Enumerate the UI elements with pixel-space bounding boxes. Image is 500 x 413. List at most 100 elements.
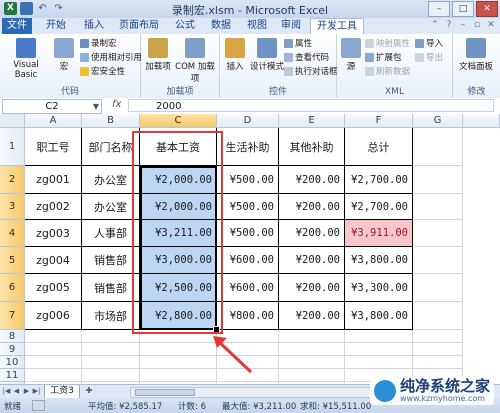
row-header-3[interactable]: 3 (0, 194, 25, 220)
refresh-data-button[interactable]: 刷新数据 (365, 66, 410, 78)
table-cell[interactable]: 销售部 (82, 274, 140, 302)
minimize-button[interactable]: – (428, 1, 450, 17)
empty-cell[interactable] (345, 330, 413, 343)
empty-cell[interactable] (25, 343, 82, 356)
table-cell[interactable]: ¥200.00 (279, 166, 345, 194)
column-header-e[interactable]: E (279, 114, 345, 128)
table-cell[interactable]: 人事部 (82, 220, 140, 247)
help-icon[interactable]: ? (444, 20, 454, 30)
com-addins-button[interactable]: COM 加载项 (173, 38, 217, 84)
document-panel-button[interactable]: 文档面板 (455, 38, 497, 72)
empty-cell[interactable] (140, 356, 217, 369)
record-macro-button[interactable]: 录制宏 (80, 38, 117, 50)
name-box[interactable]: C2 ▼ (2, 99, 102, 114)
empty-cell[interactable] (413, 220, 463, 247)
workbook-close-icon[interactable]: ✕ (486, 20, 496, 30)
prev-sheet-icon[interactable]: ◀ (12, 386, 21, 397)
empty-cell[interactable] (279, 343, 345, 356)
table-cell[interactable]: 市场部 (82, 302, 140, 330)
table-cell[interactable]: 办公室 (82, 194, 140, 220)
fill-handle[interactable] (213, 326, 220, 333)
row-header-9[interactable]: 9 (0, 343, 25, 356)
select-all-corner[interactable] (0, 114, 25, 128)
empty-cell[interactable] (345, 343, 413, 356)
ribbon-collapse-icon[interactable]: ⌃ (430, 20, 440, 30)
workbook-restore-icon[interactable]: ▫ (472, 20, 482, 30)
table-cell[interactable]: ¥2,000.00 (140, 194, 217, 220)
table-cell[interactable]: ¥500.00 (217, 166, 279, 194)
table-cell[interactable]: ¥200.00 (279, 274, 345, 302)
tab-home[interactable]: 开始 (40, 18, 72, 34)
import-button[interactable]: 导入 (415, 38, 443, 50)
row-header-4[interactable]: 4 (0, 220, 25, 247)
scroll-thumb[interactable] (135, 389, 195, 396)
column-header-c[interactable]: C (140, 114, 217, 128)
sheet-tab-active[interactable]: 工资3 (44, 385, 80, 399)
tab-file[interactable]: 文件 (2, 18, 32, 34)
empty-cell[interactable] (413, 166, 463, 194)
empty-cell[interactable] (140, 343, 217, 356)
next-sheet-icon[interactable]: ▶ (22, 386, 31, 397)
empty-cell[interactable] (413, 128, 463, 166)
table-cell[interactable]: ¥200.00 (279, 194, 345, 220)
tab-formulas[interactable]: 公式 (170, 18, 200, 34)
expansion-packs-button[interactable]: 扩展包 (365, 52, 402, 64)
tab-developer[interactable]: 开发工具 (310, 18, 364, 35)
table-cell[interactable]: ¥2,800.00 (140, 302, 217, 330)
highlighted-cell[interactable]: ¥3,911.00 (345, 220, 413, 247)
row-header-7[interactable]: 7 (0, 302, 25, 330)
workbook-minimize-icon[interactable]: – (458, 20, 468, 30)
row-header-5[interactable]: 5 (0, 247, 25, 274)
row-header-8[interactable]: 8 (0, 330, 25, 343)
table-cell[interactable]: ¥3,800.00 (345, 302, 413, 330)
table-cell[interactable]: ¥500.00 (217, 220, 279, 247)
table-cell[interactable]: ¥2,500.00 (140, 274, 217, 302)
column-header-b[interactable]: B (82, 114, 140, 128)
empty-cell[interactable] (345, 356, 413, 369)
view-code-button[interactable]: 查看代码 (284, 52, 329, 64)
first-sheet-icon[interactable]: |◀ (2, 386, 11, 397)
last-sheet-icon[interactable]: ▶| (32, 386, 41, 397)
row-header-6[interactable]: 6 (0, 274, 25, 302)
tab-data[interactable]: 数据 (206, 18, 236, 34)
table-cell[interactable]: ¥3,000.00 (140, 247, 217, 274)
table-cell[interactable]: ¥3,300.00 (345, 274, 413, 302)
empty-cell[interactable] (25, 369, 82, 382)
row-header-1[interactable]: 1 (0, 128, 25, 166)
column-header-f[interactable]: F (345, 114, 413, 128)
empty-cell[interactable] (140, 369, 217, 382)
column-header-d[interactable]: D (217, 114, 279, 128)
insert-control-button[interactable]: 插入 (222, 38, 248, 72)
empty-cell[interactable] (413, 343, 463, 356)
table-cell[interactable]: ¥2,000.00 (140, 166, 217, 194)
header-cell[interactable]: 总计 (345, 128, 413, 166)
table-cell[interactable]: ¥2,700.00 (345, 166, 413, 194)
close-button[interactable]: ✕ (476, 1, 498, 17)
empty-cell[interactable] (413, 302, 463, 330)
formula-input[interactable]: 2000 (128, 99, 494, 112)
row-header-10[interactable]: 10 (0, 356, 25, 369)
table-cell[interactable]: 办公室 (82, 166, 140, 194)
empty-cell[interactable] (82, 369, 140, 382)
header-cell[interactable]: 基本工资 (140, 128, 217, 166)
tab-page-layout[interactable]: 页面布局 (114, 18, 164, 34)
xml-source-button[interactable]: 源 (341, 38, 361, 72)
empty-cell[interactable] (82, 356, 140, 369)
add-sheet-icon[interactable]: ✚ (82, 386, 96, 397)
table-cell[interactable]: ¥200.00 (279, 302, 345, 330)
empty-cell[interactable] (25, 330, 82, 343)
header-cell[interactable]: 生活补助 (217, 128, 279, 166)
table-cell[interactable]: ¥200.00 (279, 247, 345, 274)
relative-reference-button[interactable]: 使用相对引用 (80, 52, 142, 64)
table-cell[interactable]: zg003 (25, 220, 82, 247)
column-header-a[interactable]: A (25, 114, 82, 128)
empty-cell[interactable] (413, 194, 463, 220)
map-properties-button[interactable]: 映射属性 (365, 38, 410, 50)
table-cell[interactable]: ¥800.00 (217, 302, 279, 330)
table-cell[interactable]: zg004 (25, 247, 82, 274)
table-cell[interactable]: ¥3,800.00 (345, 247, 413, 274)
header-cell[interactable]: 职工号 (25, 128, 82, 166)
header-cell[interactable]: 部门名称 (82, 128, 140, 166)
table-cell[interactable]: ¥200.00 (279, 220, 345, 247)
tab-review[interactable]: 审阅 (276, 18, 306, 34)
